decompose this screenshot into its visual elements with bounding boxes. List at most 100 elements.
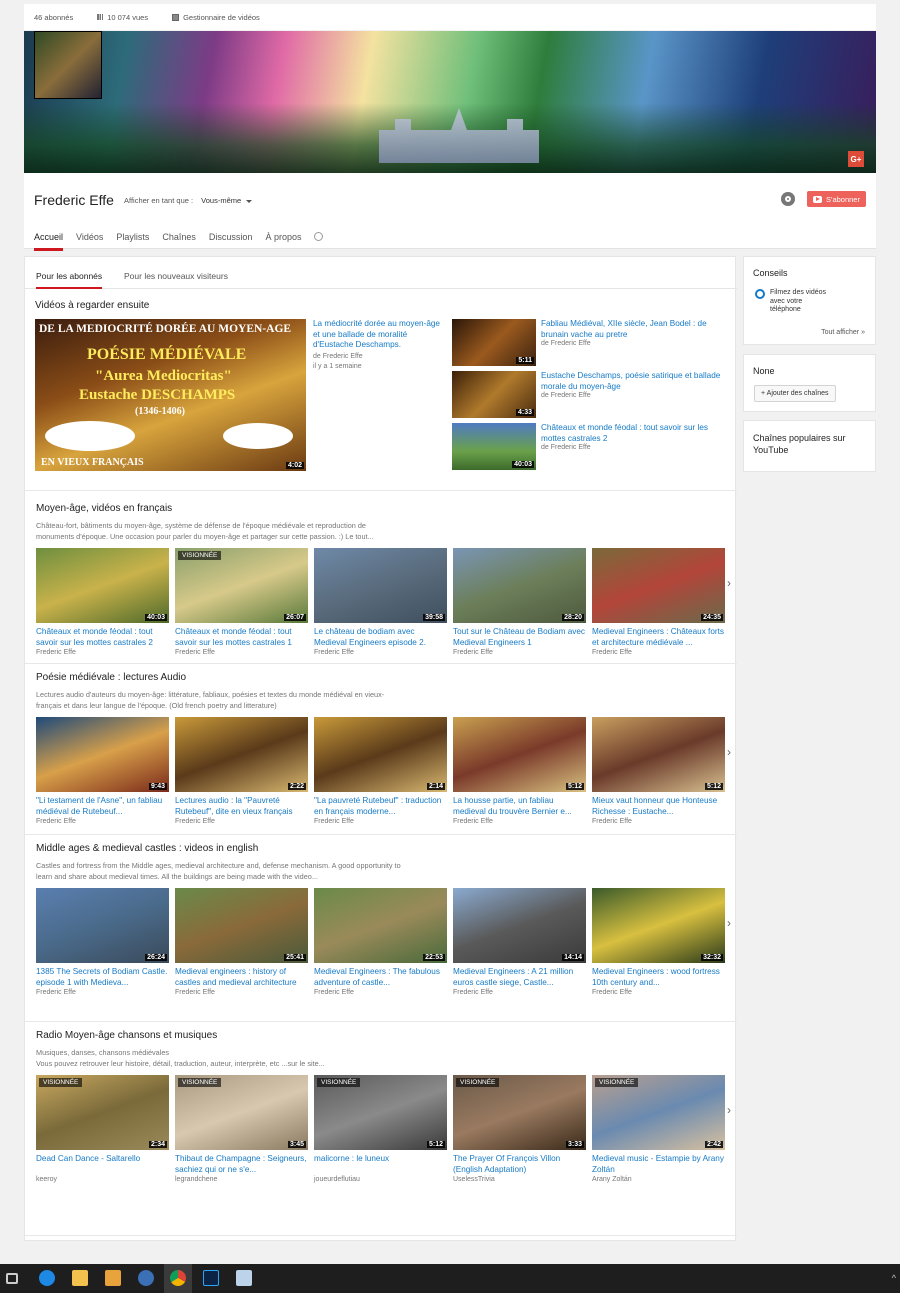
- video-thumbnail[interactable]: 25:41: [175, 888, 308, 963]
- featured-side-thumbnail-2[interactable]: 4:33: [452, 371, 536, 418]
- tab-accueil[interactable]: Accueil: [34, 229, 64, 251]
- gear-icon[interactable]: [781, 192, 795, 206]
- video-author[interactable]: Frederic Effe: [175, 649, 215, 656]
- featured-side-thumbnail-3[interactable]: 40:03: [452, 423, 536, 470]
- search-icon[interactable]: [314, 232, 324, 241]
- chevron-right-icon[interactable]: ›: [727, 745, 731, 759]
- shelf-title[interactable]: Moyen-âge, vidéos en français: [36, 503, 172, 514]
- subscribe-button[interactable]: S'abonner: [807, 191, 866, 207]
- shelf-title[interactable]: Middle ages & medieval castles : videos …: [36, 843, 258, 854]
- featured-side-author-1[interactable]: de Frederic Effe: [541, 340, 591, 347]
- video-title[interactable]: Thibaut de Champagne : Seigneurs, sachie…: [175, 1154, 308, 1175]
- tab-playlists[interactable]: Playlists: [116, 229, 149, 251]
- video-thumbnail[interactable]: 39:58: [314, 548, 447, 623]
- video-author[interactable]: Frederic Effe: [175, 989, 215, 996]
- video-author[interactable]: Frederic Effe: [314, 818, 354, 825]
- chevron-right-icon[interactable]: ›: [727, 576, 731, 590]
- video-title[interactable]: Le château de bodiam avec Medieval Engin…: [314, 627, 447, 648]
- view-as-value[interactable]: Vous-même: [201, 196, 241, 205]
- featured-side-title-1[interactable]: Fabliau Médiéval, XIIe siècle, Jean Bode…: [541, 319, 731, 340]
- video-title[interactable]: Medieval music - Estampie by Arany Zoltá…: [592, 1154, 725, 1175]
- featured-side-thumbnail-1[interactable]: 5:11: [452, 319, 536, 366]
- video-author[interactable]: Frederic Effe: [314, 989, 354, 996]
- video-thumbnail[interactable]: 24:35: [592, 548, 725, 623]
- subtab-new-visitors[interactable]: Pour les nouveaux visiteurs: [124, 271, 228, 281]
- google-plus-icon[interactable]: G+: [848, 151, 864, 167]
- video-thumbnail[interactable]: 5:12: [592, 717, 725, 792]
- add-channels-button[interactable]: + Ajouter des chaînes: [754, 385, 836, 402]
- video-author[interactable]: Frederic Effe: [36, 649, 76, 656]
- chevron-right-icon[interactable]: ›: [727, 916, 731, 930]
- video-title[interactable]: malicorne : le luneux: [314, 1154, 447, 1175]
- task-view-icon[interactable]: [6, 1273, 18, 1284]
- tab-a-propos[interactable]: À propos: [265, 229, 301, 251]
- video-title[interactable]: Medieval Engineers : Châteaux forts et a…: [592, 627, 725, 648]
- featured-side-title-2[interactable]: Eustache Deschamps, poésie satirique et …: [541, 371, 731, 392]
- video-thumbnail[interactable]: 5:12: [453, 717, 586, 792]
- video-thumbnail[interactable]: 26:24: [36, 888, 169, 963]
- image-viewer-icon[interactable]: [236, 1270, 252, 1286]
- browser-icon[interactable]: [138, 1270, 154, 1286]
- video-thumbnail[interactable]: VISIONNÉE 5:12: [314, 1075, 447, 1150]
- video-author[interactable]: Arany Zoltán: [592, 1176, 632, 1183]
- video-manager-label[interactable]: Gestionnaire de vidéos: [183, 13, 260, 22]
- video-author[interactable]: Frederic Effe: [36, 818, 76, 825]
- video-author[interactable]: legrandchene: [175, 1176, 217, 1183]
- tab-discussion[interactable]: Discussion: [209, 229, 253, 251]
- video-title[interactable]: "La pauvreté Rutebeuf" : traduction en f…: [314, 796, 447, 817]
- video-title[interactable]: The Prayer Of François Villon (English A…: [453, 1154, 586, 1175]
- chevron-right-icon[interactable]: ›: [727, 1103, 731, 1117]
- video-title[interactable]: Medieval Engineers : The fabulous advent…: [314, 967, 447, 988]
- video-thumbnail[interactable]: 40:03: [36, 548, 169, 623]
- video-title[interactable]: 1385 The Secrets of Bodiam Castle. episo…: [36, 967, 169, 988]
- video-manager-link[interactable]: Gestionnaire de vidéos: [172, 13, 260, 22]
- video-title[interactable]: Medieval Engineers : A 21 million euros …: [453, 967, 586, 988]
- caret-down-icon[interactable]: [246, 199, 253, 203]
- channel-name[interactable]: Frederic Effe: [34, 192, 114, 208]
- video-author[interactable]: Frederic Effe: [453, 649, 493, 656]
- featured-main-thumbnail[interactable]: DE LA MEDIOCRITÉ DORÉE AU MOYEN-AGE POÉS…: [35, 319, 306, 471]
- chevron-right-icon[interactable]: »: [861, 329, 865, 336]
- featured-side-author-2[interactable]: de Frederic Effe: [541, 392, 591, 399]
- video-title[interactable]: Medieval engineers : history of castles …: [175, 967, 308, 988]
- tab-videos[interactable]: Vidéos: [76, 229, 103, 251]
- video-author[interactable]: keeroy: [36, 1176, 57, 1183]
- video-thumbnail[interactable]: 9:43: [36, 717, 169, 792]
- tips-item[interactable]: Filmez des vidéos avec votre téléphone: [770, 289, 828, 315]
- video-thumbnail[interactable]: VISIONNÉE 3:33: [453, 1075, 586, 1150]
- shelf-title[interactable]: Poésie médiévale : lectures Audio: [36, 672, 186, 683]
- video-title[interactable]: La housse partie, un fabliau medieval du…: [453, 796, 586, 817]
- file-explorer-icon[interactable]: [72, 1270, 88, 1286]
- video-title[interactable]: Châteaux et monde féodal : tout savoir s…: [36, 627, 169, 648]
- photoshop-icon[interactable]: [203, 1270, 219, 1286]
- video-title[interactable]: Mieux vaut honneur que Honteuse Richesse…: [592, 796, 725, 817]
- subtab-subscribers[interactable]: Pour les abonnés: [36, 271, 103, 289]
- featured-main-title[interactable]: La médiocrité dorée au moyen-âge et une …: [313, 319, 443, 351]
- tab-chaines[interactable]: Chaînes: [162, 229, 196, 251]
- channel-avatar[interactable]: [34, 31, 102, 99]
- video-thumbnail[interactable]: VISIONNÉE 2:42: [592, 1075, 725, 1150]
- video-author[interactable]: Frederic Effe: [592, 649, 632, 656]
- video-thumbnail[interactable]: 32:32: [592, 888, 725, 963]
- video-thumbnail[interactable]: 22:53: [314, 888, 447, 963]
- video-title[interactable]: "Li testament de l'Asne", un fabliau méd…: [36, 796, 169, 817]
- chrome-icon[interactable]: [170, 1270, 186, 1286]
- video-author[interactable]: Frederic Effe: [592, 989, 632, 996]
- chevron-up-icon[interactable]: ^: [892, 1273, 896, 1283]
- video-thumbnail[interactable]: VISIONNÉE 2:34: [36, 1075, 169, 1150]
- featured-section-title[interactable]: Vidéos à regarder ensuite: [35, 300, 149, 311]
- video-title[interactable]: Lectures audio : la "Pauvreté Rutebeuf",…: [175, 796, 308, 817]
- edge-icon[interactable]: [39, 1270, 55, 1286]
- shelf-title[interactable]: Radio Moyen-âge chansons et musiques: [36, 1030, 217, 1041]
- video-author[interactable]: Frederic Effe: [36, 989, 76, 996]
- popular-channels-title[interactable]: Chaînes populaires sur YouTube: [753, 432, 868, 456]
- video-author[interactable]: Frederic Effe: [314, 649, 354, 656]
- video-thumbnail[interactable]: 2:14: [314, 717, 447, 792]
- show-all-link[interactable]: Tout afficher »: [821, 329, 865, 336]
- video-author[interactable]: joueurdeflutiau: [314, 1176, 360, 1183]
- show-all-label[interactable]: Tout afficher: [821, 329, 859, 336]
- featured-side-author-3[interactable]: de Frederic Effe: [541, 444, 591, 451]
- featured-main-author[interactable]: de Frederic Effe: [313, 353, 363, 360]
- video-thumbnail[interactable]: 14:14: [453, 888, 586, 963]
- video-thumbnail[interactable]: 2:22: [175, 717, 308, 792]
